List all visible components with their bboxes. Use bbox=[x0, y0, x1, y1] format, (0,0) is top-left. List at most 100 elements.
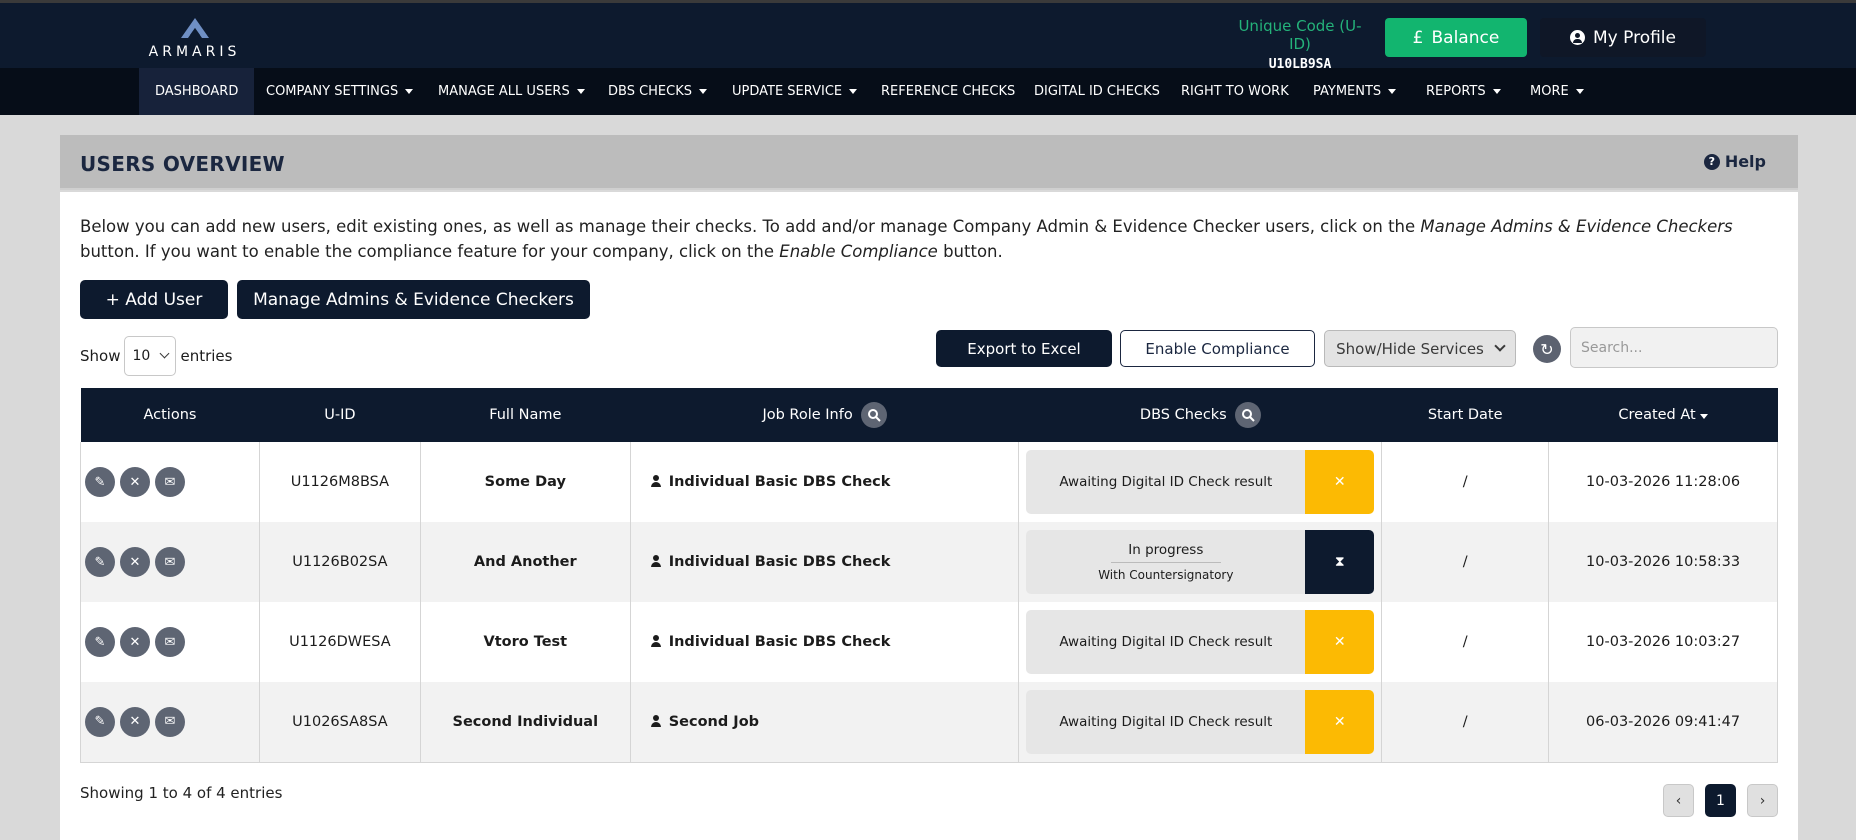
table-row: ✎ ✕ ✉ U1126DWESA Vtoro Test Individual B… bbox=[80, 602, 1778, 682]
intro-emphasis: Manage Admins & Evidence Checkers bbox=[1420, 217, 1733, 236]
envelope-icon[interactable]: ✉ bbox=[155, 547, 185, 577]
dbs-cell: In progress With Countersignatory ⧗ bbox=[1018, 522, 1383, 602]
intro-part: button. If you want to enable the compli… bbox=[80, 242, 780, 261]
main-navbar: DASHBOARD COMPANY SETTINGS MANAGE ALL US… bbox=[0, 68, 1856, 115]
actions-cell: ✎ ✕ ✉ bbox=[80, 442, 260, 522]
search-input[interactable] bbox=[1570, 327, 1778, 368]
enable-compliance-button[interactable]: Enable Compliance bbox=[1120, 330, 1315, 367]
nav-dashboard[interactable]: DASHBOARD bbox=[139, 68, 255, 115]
edit-icon[interactable]: ✎ bbox=[85, 467, 115, 497]
dbs-status-text: Awaiting Digital ID Check result bbox=[1026, 689, 1306, 754]
dbs-status[interactable]: Awaiting Digital ID Check result ✕ bbox=[1026, 450, 1375, 514]
dbs-status-main: In progress bbox=[1110, 542, 1221, 563]
nav-right-to-work[interactable]: RIGHT TO WORK bbox=[1165, 68, 1305, 115]
jobrole-label: Job Role Info bbox=[762, 407, 853, 423]
actions-cell: ✎ ✕ ✉ bbox=[80, 682, 260, 763]
created-at-cell: 10-03-2026 11:28:06 bbox=[1548, 442, 1778, 522]
start-date-cell: / bbox=[1381, 602, 1550, 682]
export-excel-button[interactable]: Export to Excel bbox=[936, 330, 1112, 367]
edit-icon[interactable]: ✎ bbox=[85, 706, 115, 737]
users-table: Actions U-ID Full Name Job Role Info DBS… bbox=[80, 388, 1778, 763]
actions-cell: ✎ ✕ ✉ bbox=[80, 602, 260, 682]
nav-label: UPDATE SERVICE bbox=[732, 84, 843, 99]
nav-label: DASHBOARD bbox=[155, 84, 239, 99]
close-icon[interactable]: ✕ bbox=[120, 627, 150, 657]
envelope-icon[interactable]: ✉ bbox=[155, 627, 185, 657]
entries-length-control: Show 10 entries bbox=[80, 336, 232, 376]
nav-payments[interactable]: PAYMENTS bbox=[1297, 68, 1412, 115]
dbs-status[interactable]: In progress With Countersignatory ⧗ bbox=[1026, 530, 1375, 594]
help-label: Help bbox=[1724, 152, 1766, 171]
nav-label: PAYMENTS bbox=[1313, 84, 1382, 99]
entries-select[interactable]: 10 bbox=[124, 336, 177, 376]
col-jobrole[interactable]: Job Role Info bbox=[630, 388, 1019, 442]
dbs-status[interactable]: Awaiting Digital ID Check result ✕ bbox=[1026, 610, 1375, 674]
dbs-cell: Awaiting Digital ID Check result ✕ bbox=[1018, 682, 1383, 763]
unique-code-box: Unique Code (U-ID) U10LB9SA bbox=[1232, 17, 1368, 72]
manage-admins-button[interactable]: Manage Admins & Evidence Checkers bbox=[237, 280, 590, 319]
my-profile-button[interactable]: My Profile bbox=[1540, 18, 1706, 57]
col-fullname[interactable]: Full Name bbox=[420, 388, 631, 442]
nav-label: REPORTS bbox=[1426, 84, 1486, 99]
armaris-logo[interactable]: ARMARIS bbox=[139, 17, 250, 72]
nav-label: MORE bbox=[1530, 84, 1569, 99]
caret-down-icon bbox=[849, 89, 858, 94]
caret-down-icon bbox=[1388, 89, 1397, 94]
person-icon bbox=[650, 555, 661, 567]
balance-label: Balance bbox=[1431, 27, 1500, 48]
actions-cell: ✎ ✕ ✉ bbox=[80, 522, 260, 602]
uid-cell: U1126B02SA bbox=[258, 522, 421, 602]
caret-down-icon bbox=[405, 89, 414, 94]
uid-label: Unique Code (U-ID) bbox=[1238, 17, 1362, 53]
page-1-button[interactable]: 1 bbox=[1705, 784, 1736, 817]
edit-icon[interactable]: ✎ bbox=[85, 547, 115, 577]
col-uid[interactable]: U-ID bbox=[259, 388, 421, 442]
close-icon[interactable]: ✕ bbox=[120, 467, 150, 497]
help-button[interactable]: ? Help bbox=[1703, 152, 1766, 171]
nav-reports[interactable]: REPORTS bbox=[1410, 68, 1517, 115]
nav-update-service[interactable]: UPDATE SERVICE bbox=[716, 68, 873, 115]
person-icon bbox=[650, 475, 661, 487]
sort-desc-icon bbox=[1699, 414, 1708, 419]
chevron-right-icon: › bbox=[1759, 792, 1766, 809]
next-page-button[interactable]: › bbox=[1747, 784, 1778, 817]
name-cell: Some Day bbox=[419, 442, 631, 522]
logo-text: ARMARIS bbox=[148, 44, 241, 60]
table-row: ✎ ✕ ✉ U1126M8BSA Some Day Individual Bas… bbox=[80, 442, 1778, 522]
refresh-button[interactable]: ↻ bbox=[1533, 335, 1561, 363]
dbs-status[interactable]: Awaiting Digital ID Check result ✕ bbox=[1026, 689, 1375, 754]
col-dbs[interactable]: DBS Checks bbox=[1018, 388, 1382, 442]
edit-icon[interactable]: ✎ bbox=[85, 627, 115, 657]
uid-cell: U1126M8BSA bbox=[258, 442, 421, 522]
search-icon[interactable] bbox=[860, 402, 887, 428]
envelope-icon[interactable]: ✉ bbox=[155, 706, 185, 737]
close-icon: ✕ bbox=[1305, 450, 1375, 514]
nav-company-settings[interactable]: COMPANY SETTINGS bbox=[250, 68, 429, 115]
person-icon bbox=[650, 635, 661, 647]
close-icon[interactable]: ✕ bbox=[120, 706, 150, 737]
col-start-date[interactable]: Start Date bbox=[1381, 388, 1549, 442]
start-date-cell: / bbox=[1381, 442, 1550, 522]
person-icon bbox=[650, 714, 661, 727]
nav-reference-checks[interactable]: REFERENCE CHECKS bbox=[865, 68, 1031, 115]
balance-button[interactable]: £ Balance bbox=[1385, 18, 1527, 57]
close-icon[interactable]: ✕ bbox=[120, 547, 150, 577]
name-cell: And Another bbox=[419, 522, 631, 602]
nav-manage-all-users[interactable]: MANAGE ALL USERS bbox=[422, 68, 601, 115]
nav-dbs-checks[interactable]: DBS CHECKS bbox=[592, 68, 723, 115]
uid-cell: U1026SA8SA bbox=[258, 682, 421, 763]
prev-page-button[interactable]: ‹ bbox=[1663, 784, 1694, 817]
show-hide-services-button[interactable]: Show/Hide Services bbox=[1324, 330, 1516, 367]
logo-mark-icon bbox=[180, 18, 209, 38]
search-icon[interactable] bbox=[1234, 402, 1261, 428]
add-user-button[interactable]: + Add User bbox=[80, 280, 228, 319]
col-created-at[interactable]: Created At bbox=[1548, 388, 1778, 442]
page-title: USERS OVERVIEW bbox=[80, 152, 285, 176]
created-at-cell: 10-03-2026 10:03:27 bbox=[1548, 602, 1778, 682]
envelope-icon[interactable]: ✉ bbox=[155, 467, 185, 497]
nav-more[interactable]: MORE bbox=[1514, 68, 1600, 115]
nav-digital-id-checks[interactable]: DIGITAL ID CHECKS bbox=[1018, 68, 1176, 115]
entries-value: 10 bbox=[132, 348, 151, 364]
nav-label: DBS CHECKS bbox=[608, 84, 693, 99]
uid-cell: U1126DWESA bbox=[258, 602, 421, 682]
